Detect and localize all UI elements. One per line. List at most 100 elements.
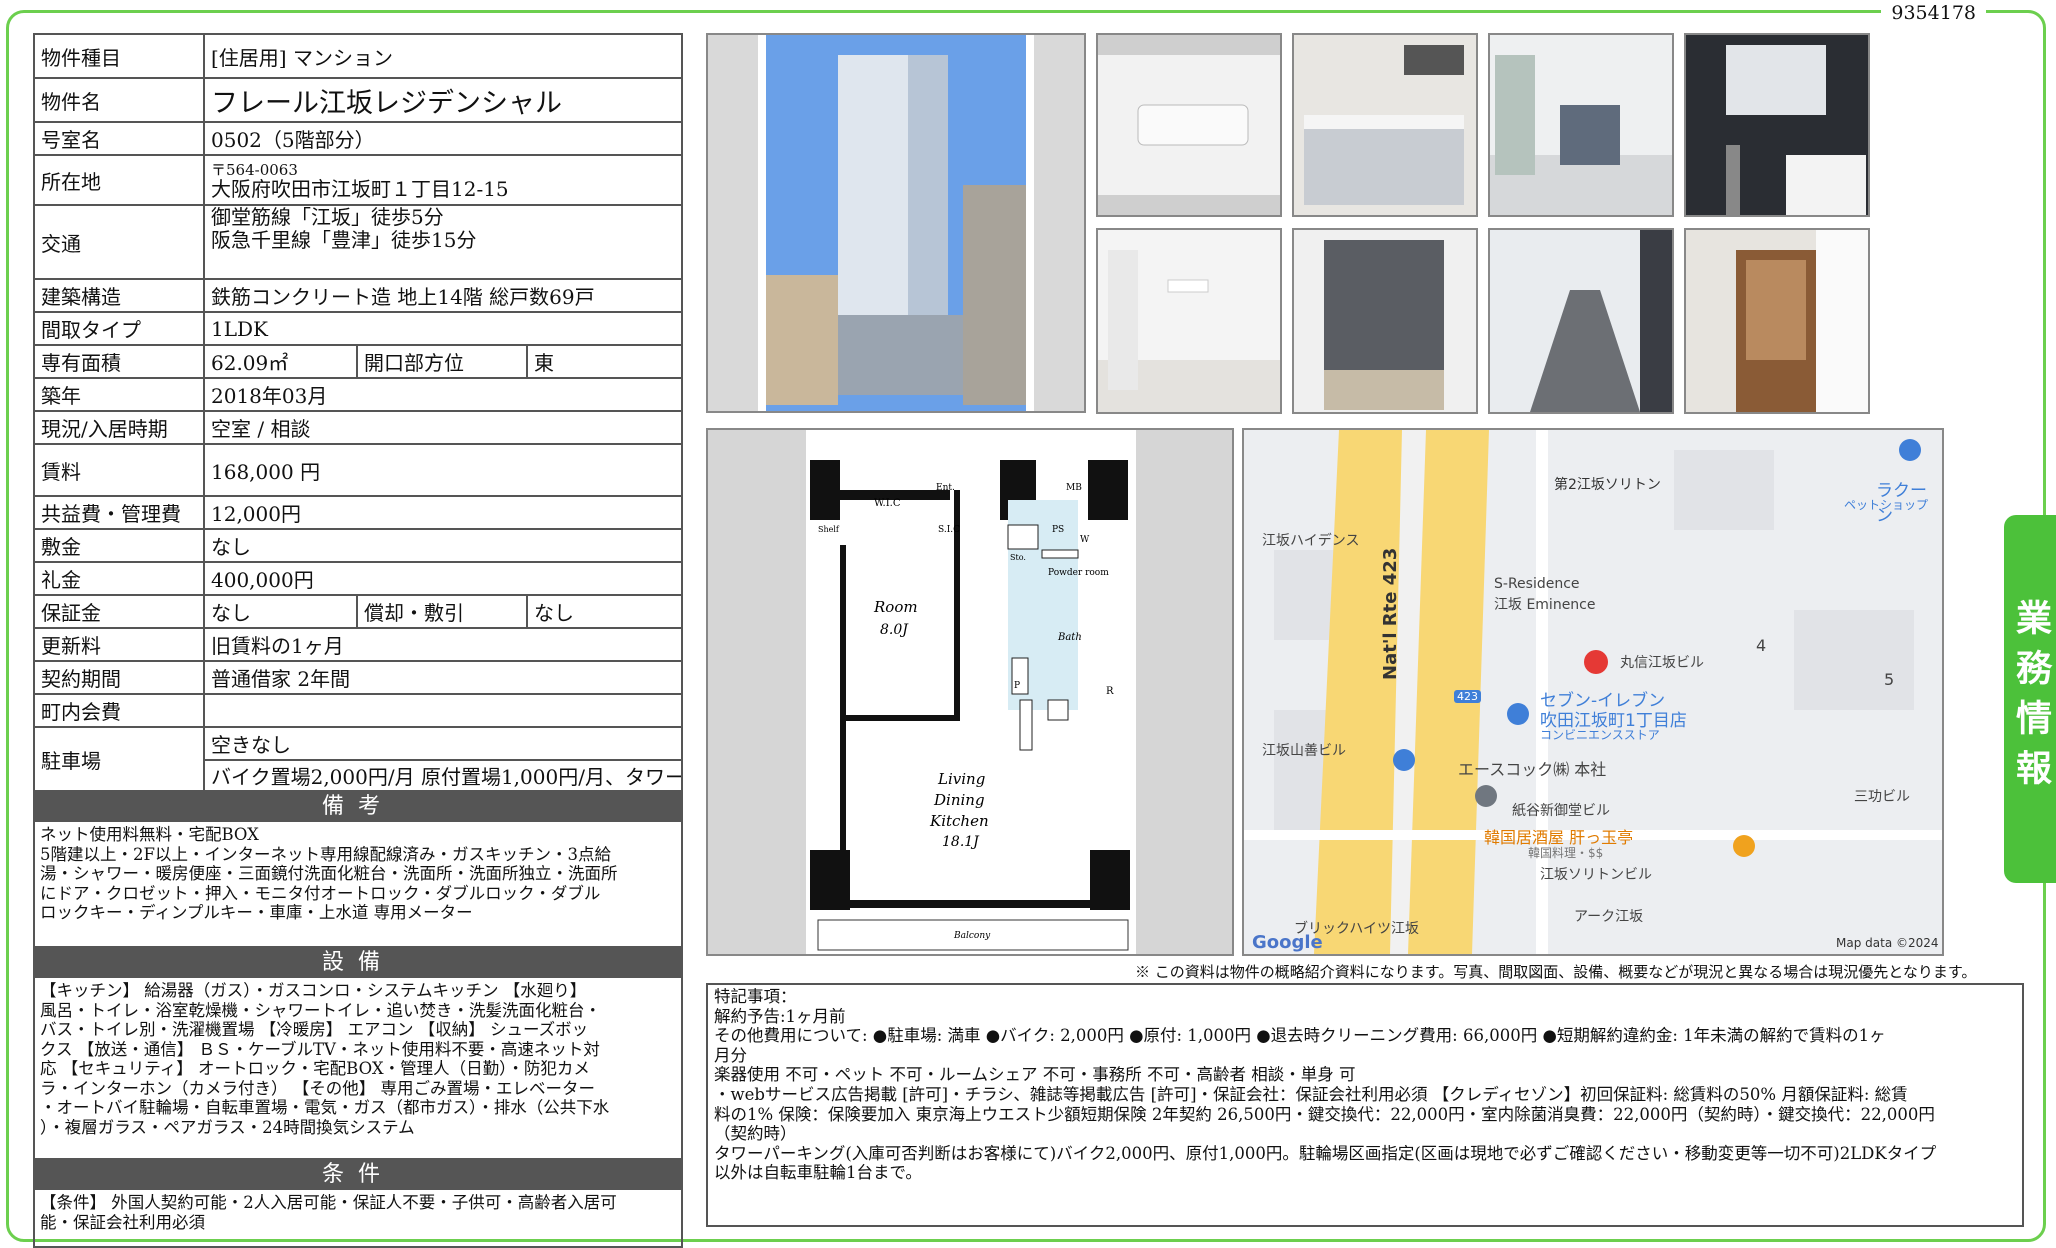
traffic-line-1: 御堂筋線「江坂」徒歩5分 <box>211 205 444 229</box>
room-value: 0502（5階部分） <box>203 121 683 156</box>
photo-hallway[interactable] <box>1488 228 1674 414</box>
rent-label: 賃料 <box>33 443 205 497</box>
fee-label: 共益費・管理費 <box>33 495 205 530</box>
remarks-body: ネット使用料無料・宅配BOX 5階建以上・2F以上・インターネット専用線配線済み… <box>33 822 683 948</box>
facilities-line: ラ・インターホン（カメラ付き） 【その他】 専用ごみ置場・エレベーター <box>40 1078 595 1098</box>
renewal-value: 旧賃料の1ヶ月 <box>203 627 683 662</box>
address-value: 大阪府吹田市江坂町１丁目12-15 <box>211 177 509 201</box>
map[interactable]: 第2江坂ソリトン ラクーン ペットショップ 江坂ハイデンス S-Residenc… <box>1242 428 1944 956</box>
status-label: 現況/入居時期 <box>33 410 205 445</box>
route-shield: 423 <box>1454 690 1481 703</box>
name-value: フレール江坂レジデンシャル <box>203 77 683 123</box>
map-label: 紙谷新御堂ビル <box>1512 803 1610 819</box>
building-photo[interactable] <box>706 33 1086 413</box>
room-label: 号室名 <box>33 121 205 156</box>
remarks-line: 5階建以上・2F以上・インターネット専用線配線済み・ガスキッチン・3点給 <box>40 844 611 864</box>
fp-r: R <box>1106 686 1114 697</box>
parking-note: バイク置場2,000円/月 原付置場1,000円/月、タワー式、屋内 <box>203 759 683 792</box>
remarks-line: ネット使用料無料・宅配BOX <box>40 825 259 844</box>
amortization-label: 償却・敷引 <box>356 594 528 629</box>
fp-wic: W.I.C <box>874 498 901 509</box>
area-label: 専有面積 <box>33 344 205 379</box>
facilities-line: 【キッチン】 給湯器（ガス）・ガスコンロ・システムキッチン 【水廻り】 <box>40 981 587 1000</box>
special-notes: 特記事項： 解約予告:1ヶ月前 その他費用について: ●駐車場: 満車 ●バイク… <box>706 983 2024 1227</box>
wardrobe-image <box>1686 230 1868 412</box>
facilities-line: ・オートバイ駐輪場・自転車置場・電気・ガス（都市ガス）・排水（公共下水 <box>40 1098 610 1117</box>
parking-label: 駐車場 <box>33 726 205 792</box>
notes-line: 解約予告:1ヶ月前 <box>714 1006 846 1026</box>
kitchen-image <box>1294 35 1476 215</box>
type-value: [住居用] マンション <box>203 33 683 79</box>
remarks-line: 湯・シャワー・暖房便座・三面鏡付洗面化粧台・洗面所・洗面所独立・洗面所 <box>40 864 618 883</box>
amortization-value: なし <box>526 594 683 629</box>
map-label: 江坂山善ビル <box>1262 743 1346 759</box>
photo-wardrobe[interactable] <box>1684 228 1870 414</box>
facilities-body: 【キッチン】 給湯器（ガス）・ガスコンロ・システムキッチン 【水廻り】 風呂・ト… <box>33 978 683 1160</box>
notes-line: タワーパーキング(入庫可否判断はお客様にて)バイク2,000円、原付1,000円… <box>714 1143 1937 1163</box>
notes-line: 月分 <box>714 1045 747 1065</box>
town-fee-value <box>203 693 683 728</box>
conditions-body: 【条件】 外国人契約可能・2人入居可能・保証人不要・子供可・高齢者入居可 能・保… <box>33 1190 683 1248</box>
notes-line: 料の1% 保険：保険要加入 東京海上ウエスト少額短期保険 2年契約 26,500… <box>714 1104 1935 1124</box>
closet-image <box>1294 230 1476 412</box>
structure-value: 鉄筋コンクリート造 地上14階 総戸数69戸 <box>203 278 683 313</box>
renewal-label: 更新料 <box>33 627 205 662</box>
status-value: 空室 / 相談 <box>203 410 683 445</box>
fp-sic: S.I.C <box>938 525 960 535</box>
contract-value: 普通借家 2年間 <box>203 660 683 695</box>
guarantee-value: なし <box>203 594 358 629</box>
photo-room[interactable] <box>1096 228 1282 414</box>
fp-w: W <box>1080 535 1090 545</box>
disclaimer: ※ この資料は物件の概略紹介資料になります。写真、間取図面、設備、概要などが現況… <box>1135 963 1977 981</box>
map-label: 4 <box>1756 636 1767 655</box>
notes-line: 以外は自転車駐輪1台まで。 <box>714 1163 922 1183</box>
facilities-line: 応 【セキュリティ】 オートロック・宅配BOX・管理人（日勤）・防犯カメ <box>40 1059 590 1078</box>
deposit-value: なし <box>203 528 683 563</box>
remarks-header: 備考 <box>33 792 683 822</box>
remarks-line: ロックキー・ディンプルキー・車庫・上水道 専用メーター <box>40 903 473 922</box>
aircon-image <box>1098 55 1280 195</box>
map-label: 江坂ハイデンス <box>1262 533 1360 549</box>
fp-dining: Dining <box>933 791 985 809</box>
map-label: 三功ビル <box>1854 789 1910 805</box>
fp-room-size: 8.0J <box>880 622 909 638</box>
fp-shelf: Shelf <box>818 525 840 534</box>
map-label: エースコック㈱ 本社 <box>1458 760 1607 779</box>
direction-label: 開口部方位 <box>356 344 528 379</box>
photo-bathroom[interactable] <box>1684 33 1870 217</box>
document-id: 9354178 <box>1881 2 1986 24</box>
area-value: 62.09㎡ <box>203 344 358 379</box>
photo-closet[interactable] <box>1292 228 1478 414</box>
fp-mb: MB <box>1066 483 1082 493</box>
map-label: S-Residence <box>1494 576 1580 592</box>
layout-label: 間取タイプ <box>33 311 205 346</box>
side-tab-label: 業務情報 <box>2010 599 2051 799</box>
notes-line: 楽器使用 不可・ペット 不可・ルームシェア 不可・事務所 不可・高齢者 相談・単… <box>714 1065 1356 1085</box>
map-label: 5 <box>1884 670 1895 689</box>
fp-ent: Ent. <box>936 483 955 493</box>
photo-living[interactable] <box>1488 33 1674 217</box>
map-label: 江坂ソリトンビル <box>1540 867 1652 883</box>
layout-value: 1LDK <box>203 311 683 346</box>
map-label: コンビニエンスストア <box>1540 728 1660 742</box>
fp-ps: PS <box>1052 525 1064 535</box>
business-info-tab[interactable]: 業務情報 <box>2004 515 2056 883</box>
photo-kitchen[interactable] <box>1292 33 1478 217</box>
spec-panel: 物件種目 [住居用] マンション 物件名 フレール江坂レジデンシャル 号室名 0… <box>33 33 683 1248</box>
facilities-line: ）・複層ガラス・ペアガラス・24時間換気システム <box>40 1117 415 1137</box>
map-label: ペットショップ <box>1844 498 1929 512</box>
key-money-label: 礼金 <box>33 561 205 596</box>
map-label: アーク江坂 <box>1574 909 1644 925</box>
notes-line: （契約時） <box>714 1124 797 1144</box>
direction-value: 東 <box>526 344 683 379</box>
fp-ldk-size: 18.1J <box>942 834 980 850</box>
route-label: Nat'l Rte 423 <box>1380 547 1401 680</box>
floor-plan[interactable]: W.I.C Ent. MB S.I.C Shelf PS W Sto. Powd… <box>706 428 1234 956</box>
fp-balcony: Balcony <box>953 931 991 941</box>
photo-aircon[interactable] <box>1096 33 1282 217</box>
guarantee-label: 保証金 <box>33 594 205 629</box>
map-data-credit: Map data ©2024 <box>1836 936 1939 950</box>
fp-powder: Powder room <box>1048 568 1109 578</box>
living-image <box>1490 35 1672 215</box>
hallway-image <box>1490 230 1672 412</box>
